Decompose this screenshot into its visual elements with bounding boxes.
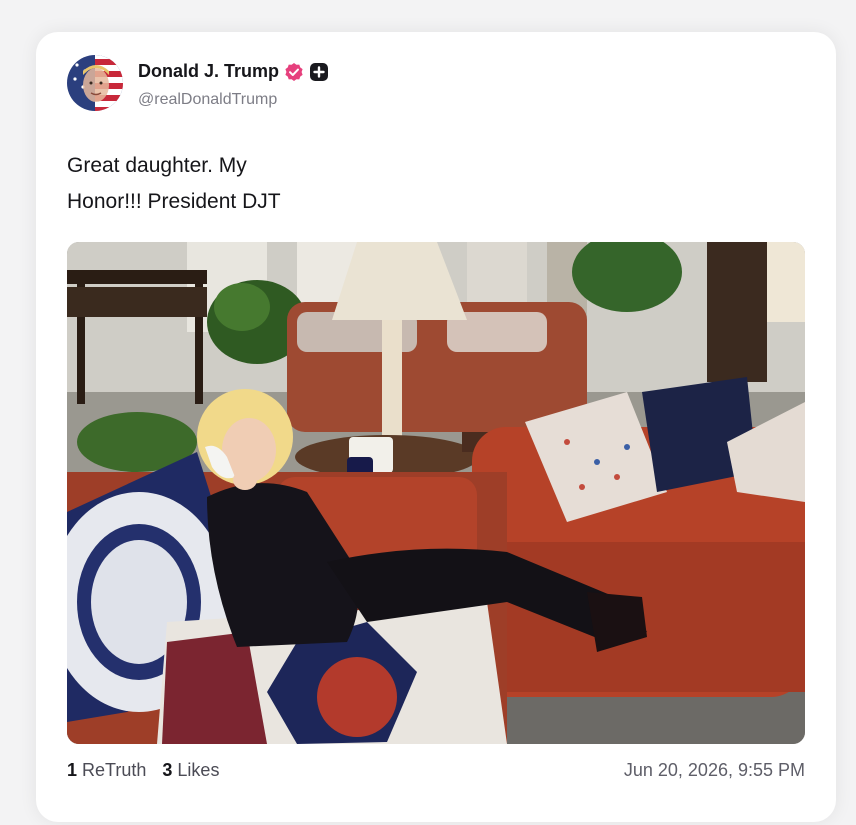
verified-badge-icon bbox=[284, 62, 304, 82]
post-photo[interactable] bbox=[67, 242, 805, 744]
retruth-stat[interactable]: 1 ReTruth bbox=[67, 760, 146, 781]
likes-stat[interactable]: 3 Likes bbox=[162, 760, 219, 781]
avatar-image bbox=[67, 55, 123, 111]
post-text-line: Great daughter. My bbox=[67, 154, 247, 177]
retruth-label: ReTruth bbox=[82, 760, 147, 780]
author-handle[interactable]: @realDonaldTrump bbox=[138, 91, 277, 109]
avatar[interactable] bbox=[67, 55, 123, 111]
author-name[interactable]: Donald J. Trump bbox=[138, 61, 279, 82]
likes-label: Likes bbox=[177, 760, 220, 780]
post-card: Donald J. Trump @realDonaldTrump Great d… bbox=[36, 32, 836, 822]
author-name-row: Donald J. Trump bbox=[138, 61, 329, 82]
photo-illustration bbox=[67, 242, 805, 744]
post-text: Great daughter. My Honor!!! President DJ… bbox=[67, 148, 397, 220]
retruth-count: 1 bbox=[67, 760, 78, 780]
post-timestamp[interactable]: Jun 20, 2026, 9:55 PM bbox=[624, 760, 805, 781]
post-stats: 1 ReTruth 3 Likes bbox=[67, 760, 219, 781]
plus-badge-icon bbox=[309, 62, 329, 82]
likes-count: 3 bbox=[162, 760, 173, 780]
post-text-line: Honor!!! President DJT bbox=[67, 190, 281, 213]
